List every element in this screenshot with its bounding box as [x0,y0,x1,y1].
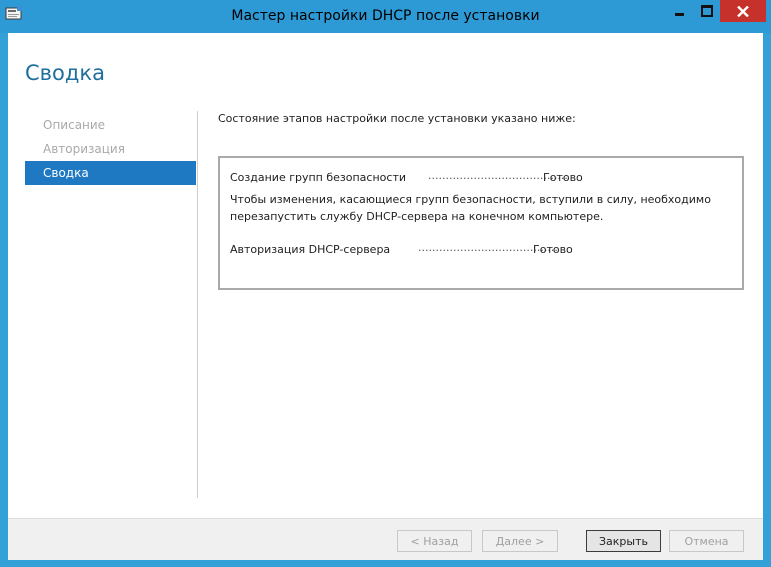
status-box: Создание групп безопасности ............… [218,156,744,290]
nav-item-description: Описание [43,118,106,132]
back-button[interactable]: < Назад [397,530,472,552]
wizard-client-area: Сводка Описание Авторизация Сводка Состо… [8,33,763,560]
close-icon [737,5,749,17]
button-bar: < Назад Далее > Закрыть Отмена [8,518,763,560]
nav-divider [197,111,198,498]
step-status: Готово [533,243,573,256]
next-button[interactable]: Далее > [482,530,558,552]
step-name: Авторизация DHCP-сервера [230,243,391,256]
step-row-security-groups: Создание групп безопасности ............… [230,169,583,185]
minimize-icon [674,12,684,16]
step-status: Готово [543,171,583,184]
maximize-button[interactable] [693,0,720,22]
close-button[interactable]: Закрыть [586,530,661,552]
restart-note: Чтобы изменения, касающиеся групп безопа… [230,193,711,223]
maximize-icon [700,5,713,17]
nav-item-authorization: Авторизация [43,142,125,156]
close-window-button[interactable] [720,0,766,22]
window-title: Мастер настройки DHCP после установки [231,8,540,24]
minimize-button[interactable] [665,0,693,22]
page-title: Сводка [25,61,105,85]
wizard-window: Мастер настройки DHCP после установки Св… [0,0,771,567]
intro-text: Состояние этапов настройки после установ… [218,112,576,125]
title-bar[interactable]: Мастер настройки DHCP после установки [0,0,771,33]
wizard-steps-nav: Описание Авторизация Сводка [25,113,196,185]
nav-item-summary[interactable]: Сводка [25,161,196,185]
cancel-button[interactable]: Отмена [669,530,744,552]
step-row-dhcp-authorization: Авторизация DHCP-сервера ...............… [230,241,573,257]
step-name: Создание групп безопасности [230,171,406,184]
